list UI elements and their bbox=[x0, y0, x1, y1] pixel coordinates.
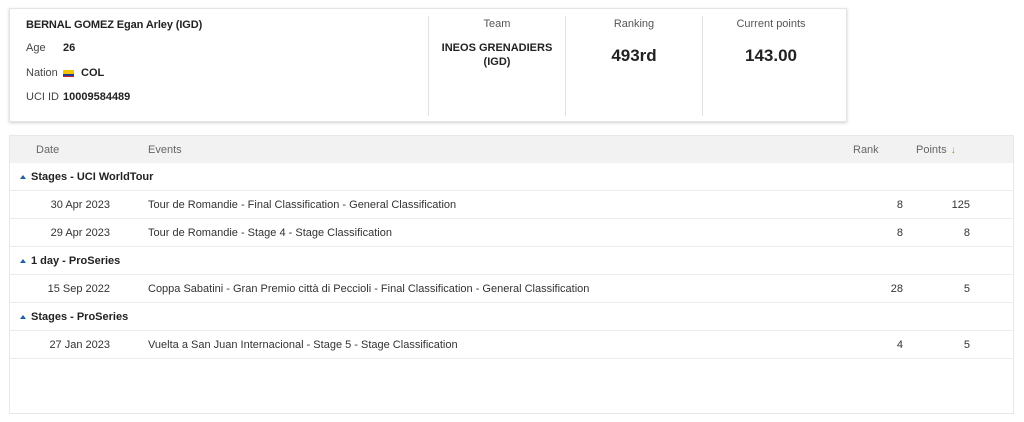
row-date: 30 Apr 2023 bbox=[50, 199, 110, 211]
header-points[interactable]: Points ↓ bbox=[916, 144, 956, 156]
header-rank[interactable]: Rank bbox=[853, 144, 879, 156]
uci-id-label: UCI ID bbox=[26, 91, 59, 103]
row-points: 8 bbox=[963, 227, 970, 239]
points-column: Current points 143.00 bbox=[702, 16, 839, 116]
collapse-triangle-icon[interactable] bbox=[20, 175, 26, 179]
uci-id-row: UCI ID 10009584489 bbox=[26, 91, 130, 103]
ranking-column: Ranking 493rd bbox=[565, 16, 702, 116]
results-table: Date Events Rank Points ↓ Stages - UCI Wo… bbox=[9, 135, 1014, 414]
rider-info: BERNAL GOMEZ Egan Arley (IGD) bbox=[26, 19, 202, 31]
header-events[interactable]: Events bbox=[148, 144, 182, 156]
row-rank: 28 bbox=[890, 283, 903, 295]
sort-down-arrow-icon[interactable]: ↓ bbox=[951, 145, 956, 156]
group-row[interactable]: Stages - UCI WorldTour bbox=[10, 163, 1013, 191]
table-row: 27 Jan 2023 Vuelta a San Juan Internacio… bbox=[10, 331, 1013, 359]
row-rank: 8 bbox=[896, 227, 903, 239]
nation-label: Nation bbox=[26, 67, 58, 79]
group-label: Stages - ProSeries bbox=[31, 311, 129, 323]
group-label: Stages - UCI WorldTour bbox=[31, 171, 154, 183]
group-row[interactable]: 1 day - ProSeries bbox=[10, 247, 1013, 275]
row-points: 5 bbox=[963, 339, 970, 351]
row-rank: 8 bbox=[896, 199, 903, 211]
collapse-triangle-icon[interactable] bbox=[20, 315, 26, 319]
team-value[interactable]: INEOS GRENADIERS (IGD) bbox=[429, 41, 565, 69]
age-row: Age 26 bbox=[26, 42, 75, 54]
current-points-label: Current points bbox=[736, 18, 806, 30]
row-rank: 4 bbox=[896, 339, 903, 351]
group-label: 1 day - ProSeries bbox=[31, 255, 121, 267]
table-row: 30 Apr 2023 Tour de Romandie - Final Cla… bbox=[10, 191, 1013, 219]
row-event[interactable]: Coppa Sabatini - Gran Premio città di Pe… bbox=[148, 283, 589, 295]
row-points: 125 bbox=[951, 199, 970, 211]
team-column: Team INEOS GRENADIERS (IGD) bbox=[428, 16, 565, 116]
ranking-value: 493rd bbox=[611, 46, 657, 65]
row-event[interactable]: Vuelta a San Juan Internacional - Stage … bbox=[148, 339, 458, 351]
header-date[interactable]: Date bbox=[36, 144, 59, 156]
table-row: 29 Apr 2023 Tour de Romandie - Stage 4 -… bbox=[10, 219, 1013, 247]
current-points-value: 143.00 bbox=[745, 46, 797, 65]
header-points-label: Points bbox=[916, 144, 947, 156]
row-date: 15 Sep 2022 bbox=[47, 283, 110, 295]
rider-name: BERNAL GOMEZ Egan Arley (IGD) bbox=[26, 19, 203, 31]
team-label: Team bbox=[483, 18, 511, 30]
team-name: INEOS GRENADIERS bbox=[441, 42, 553, 54]
collapse-triangle-icon[interactable] bbox=[20, 259, 26, 263]
colombia-flag-icon bbox=[63, 69, 74, 77]
row-event[interactable]: Tour de Romandie - Final Classification … bbox=[148, 199, 456, 211]
ranking-label: Ranking bbox=[613, 18, 655, 30]
row-event[interactable]: Tour de Romandie - Stage 4 - Stage Class… bbox=[148, 227, 392, 239]
rider-summary-card: BERNAL GOMEZ Egan Arley (IGD) Age 26 Nat… bbox=[9, 8, 847, 122]
age-value: 26 bbox=[63, 42, 76, 54]
age-label: Age bbox=[26, 42, 46, 54]
table-header: Date Events Rank Points ↓ bbox=[10, 136, 1013, 163]
nation-value: COL bbox=[81, 67, 105, 79]
team-code: (IGD) bbox=[483, 56, 511, 68]
uci-id-value: 10009584489 bbox=[63, 91, 131, 103]
row-points: 5 bbox=[963, 283, 970, 295]
group-row[interactable]: Stages - ProSeries bbox=[10, 303, 1013, 331]
nation-row: Nation COL bbox=[26, 67, 104, 79]
row-date: 29 Apr 2023 bbox=[50, 227, 110, 239]
table-row: 15 Sep 2022 Coppa Sabatini - Gran Premio… bbox=[10, 275, 1013, 303]
row-date: 27 Jan 2023 bbox=[49, 339, 110, 351]
